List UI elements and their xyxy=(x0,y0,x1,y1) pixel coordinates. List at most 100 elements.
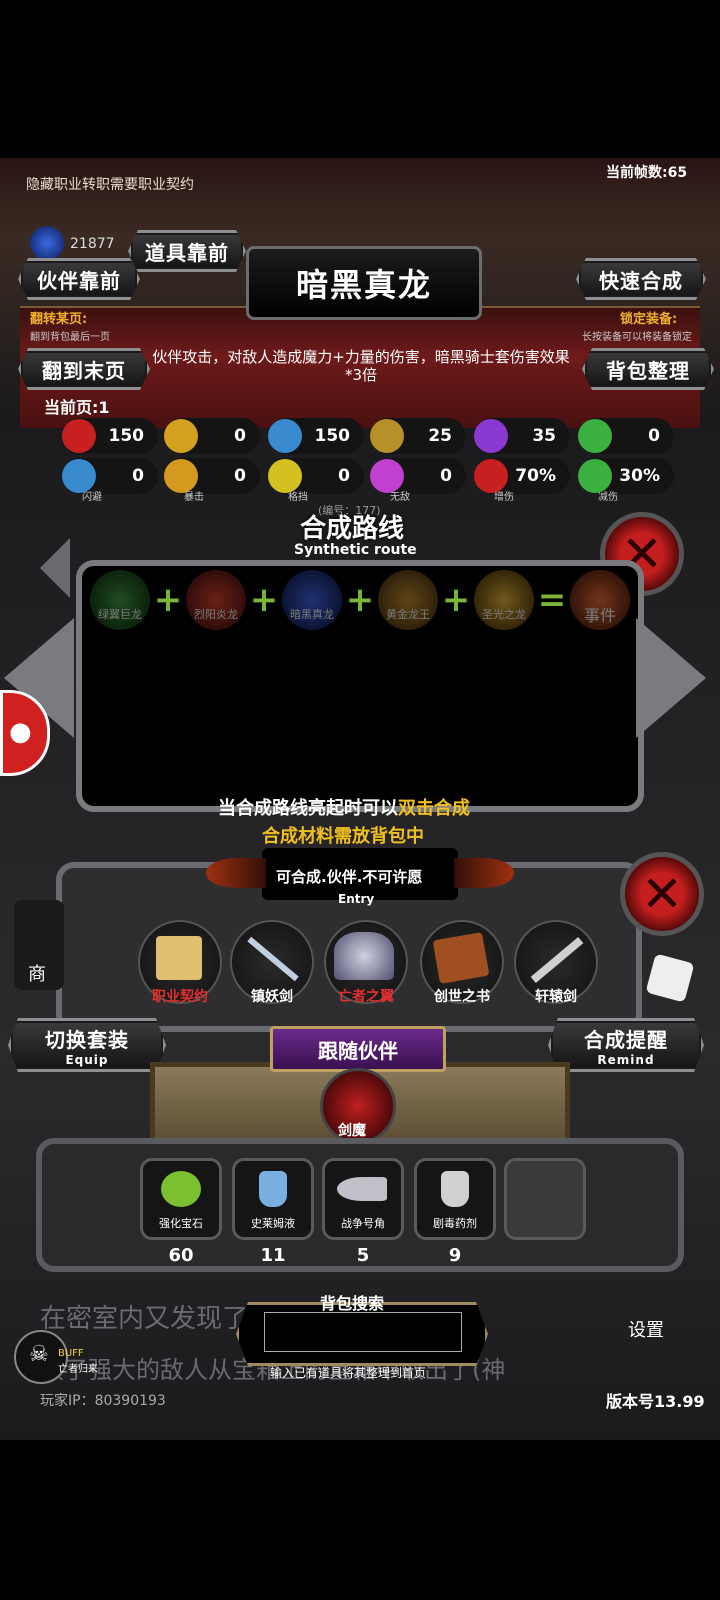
close-icon: ✕ xyxy=(641,865,683,923)
plus-icon: + xyxy=(249,580,279,620)
equals-icon: = xyxy=(537,580,567,620)
partner-name: 剑魔 xyxy=(338,1123,366,1139)
wing-icon xyxy=(334,932,394,980)
lightning-icon xyxy=(474,419,508,453)
plus-icon: + xyxy=(345,580,375,620)
current-page: 当前页:1 xyxy=(44,398,110,417)
close-entry-button[interactable]: ✕ xyxy=(620,852,704,936)
stat-stats1-3: 25 xyxy=(370,418,466,454)
stat-stats2-2: 0 格挡 xyxy=(268,458,364,503)
stat-value: 0 xyxy=(440,466,452,486)
stat-label: 格挡 xyxy=(288,492,308,503)
route-dragon-3[interactable]: 暗黑真龙 xyxy=(282,570,342,630)
flip-page-label: 翻转某页: xyxy=(30,312,88,327)
stat-value: 35 xyxy=(532,426,556,446)
inventory-slot-4[interactable]: 剧毒药剂 9 xyxy=(414,1158,496,1266)
sword-icon xyxy=(247,936,299,982)
next-arrow-button[interactable] xyxy=(636,618,706,738)
route-number: (编号：177) xyxy=(318,504,381,517)
plus-icon: + xyxy=(441,580,471,620)
sword-icon xyxy=(370,419,404,453)
entry-item-2[interactable]: 镇妖剑 xyxy=(230,920,314,1005)
stat-stats1-4: 35 xyxy=(474,418,570,454)
inventory-slot-2[interactable]: 史莱姆液 11 xyxy=(232,1158,314,1266)
stat-label: 无敌 xyxy=(390,492,410,503)
route-arrow-up-left-icon xyxy=(40,538,70,598)
potion-icon xyxy=(259,1171,287,1207)
gem-green-icon xyxy=(161,1171,201,1207)
player-ip: 玩家IP：80390193 xyxy=(40,1393,166,1409)
stat-value: 0 xyxy=(132,466,144,486)
heart-icon xyxy=(62,419,96,453)
entry-wing-right-icon xyxy=(454,858,514,888)
route-hint-1: 当合成路线亮起时可以双击合成 xyxy=(218,798,470,819)
entry-item-4[interactable]: 创世之书 xyxy=(420,920,504,1005)
stat-label: 增伤 xyxy=(494,492,514,503)
strength-icon xyxy=(164,419,198,453)
version: 版本号13.99 xyxy=(606,1392,705,1411)
skull-icon: ☠ xyxy=(29,1342,49,1367)
route-result[interactable]: 事件 xyxy=(570,570,630,630)
user-icon: ● xyxy=(9,717,32,747)
bag-search-hint: 输入已有道具将其整理到首页 xyxy=(270,1366,427,1380)
follow-partner-title: 跟随伙伴 xyxy=(270,1026,446,1072)
buff-sub: 亡者归来 xyxy=(58,1364,98,1375)
entry-item-3[interactable]: 亡者之翼 xyxy=(324,920,408,1005)
entry-item-1[interactable]: 职业契约 xyxy=(138,920,222,1005)
to-last-page-button[interactable]: 翻到末页 xyxy=(18,348,150,390)
lock-equip-label: 锁定装备: xyxy=(620,312,678,327)
route-dragon-2[interactable]: 烈阳炎龙 xyxy=(186,570,246,630)
stat-label: 暴击 xyxy=(184,492,204,503)
stat-label: 闪避 xyxy=(82,492,102,503)
stat-stats1-1: 0 xyxy=(164,418,260,454)
log-line-1: 在密室内又发现了 xyxy=(40,1304,249,1334)
stat-value: 70% xyxy=(515,466,556,486)
plus-icon: + xyxy=(153,580,183,620)
hidden-class-hint: 隐藏职业转职需要职业契约 xyxy=(26,177,194,193)
inventory-slot-1[interactable]: 强化宝石 60 xyxy=(140,1158,222,1266)
partner-first-button[interactable]: 伙伴靠前 xyxy=(18,258,140,300)
synthetic-subtitle: Synthetic route xyxy=(294,542,417,558)
route-dragon-4[interactable]: 黄金龙王 xyxy=(378,570,438,630)
clover-icon xyxy=(578,419,612,453)
bag-sort-button[interactable]: 背包整理 xyxy=(582,348,714,390)
inventory-slot-5[interactable] xyxy=(504,1158,586,1240)
entry-title: 可合成.伙伴.不可许愿 xyxy=(276,868,423,886)
route-hint-2: 合成材料需放背包中 xyxy=(262,826,424,847)
stat-stats2-4: 70% 增伤 xyxy=(474,458,570,503)
dice-icon[interactable] xyxy=(645,953,695,1003)
flip-page-sub: 翻到背包最后一页 xyxy=(30,332,110,343)
quick-merge-button[interactable]: 快速合成 xyxy=(576,258,706,300)
buff-label: BUFF xyxy=(58,1348,84,1359)
entry-item-5[interactable]: 轩辕剑 xyxy=(514,920,598,1005)
book-icon xyxy=(432,931,490,985)
entry-wing-left-icon xyxy=(206,858,266,888)
stat-value: 0 xyxy=(338,466,350,486)
scroll-icon xyxy=(156,936,202,980)
stat-value: 0 xyxy=(234,466,246,486)
route-chain: 绿翼巨龙 + 烈阳炎龙 + 暗黑真龙 + 黄金龙王 + 圣光之龙 = 事件 xyxy=(90,570,630,630)
poison-bottle-icon xyxy=(441,1171,469,1207)
stat-stats2-0: 0 闪避 xyxy=(62,458,158,503)
lock-equip-sub: 长按装备可以将装备锁定 xyxy=(582,332,692,343)
shop-button[interactable]: 商 xyxy=(14,900,64,990)
stat-value: 150 xyxy=(108,426,145,446)
route-dragon-1[interactable]: 绿翼巨龙 xyxy=(90,570,150,630)
inventory-slot-3[interactable]: 战争号角 5 xyxy=(322,1158,404,1266)
props-first-button[interactable]: 道具靠前 xyxy=(128,230,246,272)
stat-stats2-5: 30% 减伤 xyxy=(578,458,674,503)
entry-sub: Entry xyxy=(338,892,375,906)
route-dragon-5[interactable]: 圣光之龙 xyxy=(474,570,534,630)
stat-stats1-0: 150 xyxy=(62,418,158,454)
stat-value: 150 xyxy=(314,426,351,446)
settings-label[interactable]: 设置 xyxy=(628,1316,664,1342)
merge-remind-button[interactable]: 合成提醒 Remind xyxy=(548,1018,704,1072)
stat-stats1-5: 0 xyxy=(578,418,674,454)
bag-search-input[interactable] xyxy=(264,1312,462,1352)
stat-stats2-1: 0 暴击 xyxy=(164,458,260,503)
stat-value: 0 xyxy=(648,426,660,446)
gem-icon xyxy=(30,226,64,260)
item-description: 伙伴攻击，对敌人造成魔力+力量的伤害，暗黑骑士套伤害效果*3倍 xyxy=(152,348,570,384)
switch-set-button[interactable]: 切换套装 Equip xyxy=(8,1018,166,1072)
gem-count: 21877 xyxy=(70,236,115,252)
